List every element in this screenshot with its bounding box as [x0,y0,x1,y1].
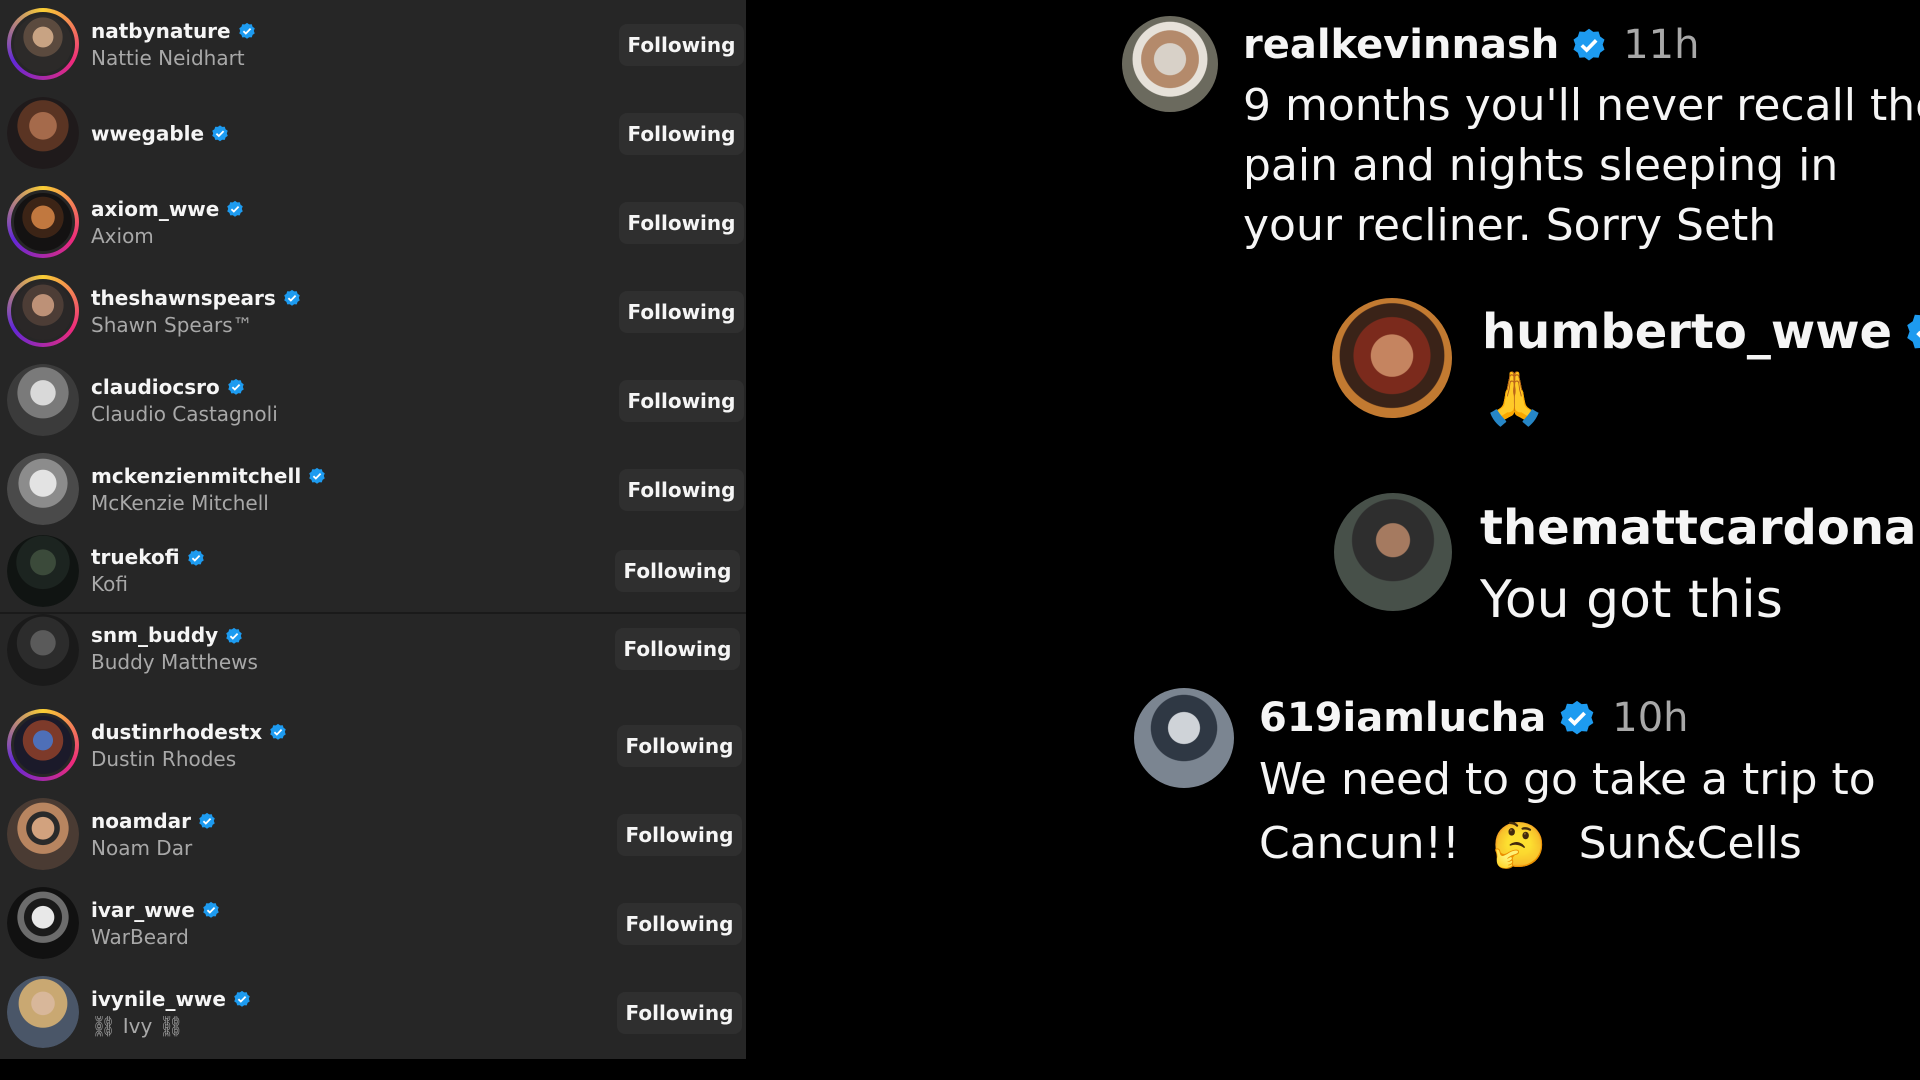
list-item[interactable]: claudiocsro Claudio Castagnoli Following [0,356,746,445]
display-name: McKenzie Mitchell [91,490,269,515]
comment-time: 10h [1612,695,1689,741]
list-item[interactable]: truekofi Kofi Following [0,530,746,612]
username[interactable]: natbynature [91,18,231,45]
display-name: Buddy Matthews [91,650,258,674]
verified-badge-icon [187,549,204,566]
comment-username[interactable]: themattcardona [1480,500,1916,556]
verified-badge-icon [238,22,255,39]
comment-text-line: 9 months you'll never recall the [1243,80,1920,131]
verified-badge-icon [199,812,215,829]
avatar[interactable] [1334,493,1452,611]
comment-time: 11h [1623,22,1700,68]
avatar[interactable] [7,798,79,870]
verified-badge-icon [1573,28,1605,61]
avatar[interactable] [7,97,79,169]
avatar[interactable] [7,8,79,80]
username[interactable]: axiom_wwe [91,196,219,223]
username[interactable]: mckenzienmitchell [91,463,301,490]
avatar[interactable] [1122,16,1218,112]
avatar[interactable] [7,364,79,436]
list-item[interactable]: dustinrhodestx Dustin Rhodes Following [0,701,746,790]
following-button[interactable]: Following [615,628,740,670]
username[interactable]: truekofi [91,544,180,571]
username[interactable]: claudiocsro [91,374,220,401]
following-button[interactable]: Following [619,23,744,66]
avatar[interactable] [1332,298,1452,418]
following-list: natbynature Nattie Neidhart Following ww… [0,0,746,1059]
display-name: ⛓ Ivy ⛓ [91,1013,185,1038]
avatar[interactable] [7,887,79,959]
avatar[interactable] [7,614,79,686]
avatar[interactable] [7,976,79,1048]
comment-text-line: We need to go take a trip to [1259,754,1876,805]
following-button[interactable]: Following [619,468,744,511]
comment-text: 🙏 [1482,369,1547,429]
display-name: Kofi [91,572,128,596]
following-button[interactable]: Following [615,550,740,592]
verified-badge-icon [226,627,242,644]
verified-badge-icon [203,901,219,918]
verified-badge-icon [234,990,250,1007]
username[interactable]: snm_buddy [91,622,218,649]
display-name: Axiom [91,223,154,248]
comment-username[interactable]: humberto_wwe [1482,304,1892,360]
following-button[interactable]: Following [619,290,744,333]
comment-text-line: pain and nights sleeping in [1243,140,1839,191]
display-name: Noam Dar [91,835,193,860]
username[interactable]: theshawnspears [91,285,276,312]
verified-badge-icon [227,378,244,395]
avatar[interactable] [7,275,79,347]
verified-badge-icon [284,289,300,306]
username[interactable]: dustinrhodestx [91,719,262,746]
list-item[interactable]: axiom_wwe Axiom Following [0,178,746,267]
comment-text: You got this [1480,570,1783,630]
list-item[interactable]: natbynature Nattie Neidhart Following [0,0,746,89]
list-item[interactable]: snm_buddy Buddy Matthews Following [0,614,746,686]
comment-text-line: Sun&Cells [1578,818,1802,869]
following-button[interactable]: Following [619,379,744,422]
list-item[interactable]: mckenzienmitchell McKenzie Mitchell Foll… [0,445,746,534]
avatar[interactable] [1134,688,1234,788]
list-item[interactable]: ivynile_wwe ⛓ Ivy ⛓ Following [0,968,746,1057]
following-button[interactable]: Following [619,112,744,155]
username[interactable]: wwegable [91,120,204,147]
verified-badge-icon [309,467,325,484]
following-button[interactable]: Following [617,724,742,767]
verified-badge-icon [227,200,244,217]
display-name: WarBeard [91,924,189,949]
display-name: Nattie Neidhart [91,45,245,70]
following-button[interactable]: Following [617,991,742,1034]
following-button[interactable]: Following [617,902,742,945]
verified-badge-icon [270,723,286,740]
display-name: Claudio Castagnoli [91,401,278,426]
username[interactable]: ivynile_wwe [91,986,226,1013]
comment-username[interactable]: realkevinnash [1243,22,1559,68]
list-item[interactable]: theshawnspears Shawn Spears™ Following [0,267,746,356]
thinking-emoji-icon: 🤔 [1491,820,1547,871]
list-item[interactable]: ivar_wwe WarBeard Following [0,879,746,968]
comment-username[interactable]: 619iamlucha [1259,695,1546,741]
avatar[interactable] [7,186,79,258]
username[interactable]: noamdar [91,808,191,835]
avatar[interactable] [7,535,79,607]
following-button[interactable]: Following [617,813,742,856]
list-item[interactable]: noamdar Noam Dar Following [0,790,746,879]
display-name: Shawn Spears™ [91,312,253,337]
following-button[interactable]: Following [619,201,744,244]
username[interactable]: ivar_wwe [91,897,195,924]
avatar[interactable] [7,709,79,781]
comment-text-line: Cancun!! [1259,818,1460,869]
avatar[interactable] [7,453,79,525]
verified-badge-icon [212,125,228,142]
list-item[interactable]: wwegable Following [0,89,746,178]
verified-badge-icon [1560,700,1594,735]
display-name: Dustin Rhodes [91,746,237,771]
verified-badge-icon [1907,314,1920,349]
comment-text-line: your recliner. Sorry Seth [1243,200,1777,251]
